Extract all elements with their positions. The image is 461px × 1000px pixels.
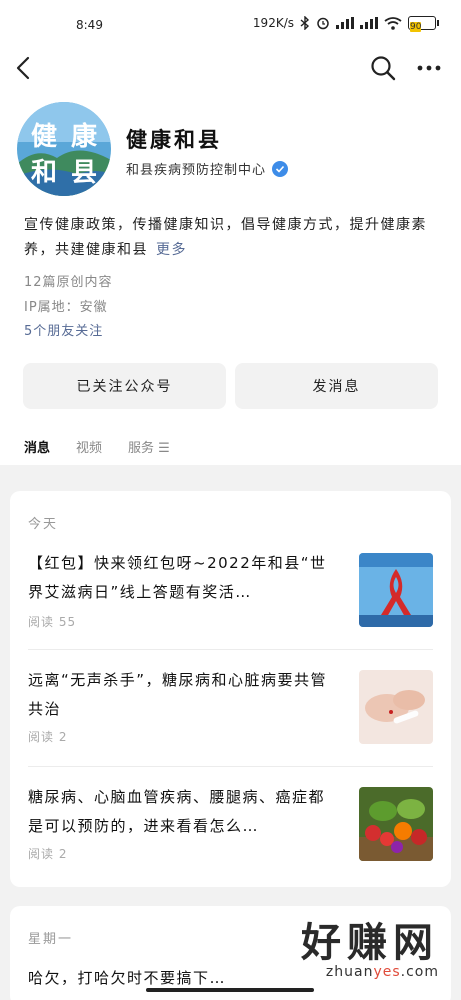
followed-button[interactable]: 已关注公众号 [23,363,226,409]
feed-card-today: 今天 【红包】快来领红包呀~2022年和县“世界艾滋病日”线上答题有奖活… 阅读… [10,491,451,887]
send-message-button[interactable]: 发消息 [235,363,438,409]
tab-services[interactable]: 服务 ☰ [128,437,170,465]
wifi-icon [384,16,402,30]
desc-line-2: 养，共建健康和县 [24,242,148,258]
vegetables-image [359,787,433,861]
battery-level: 90 [410,22,422,32]
status-time: 8:49 [76,18,103,32]
ip-location: IP属地：安徽 [24,300,108,315]
avatar-text-top: 健康 [31,122,111,152]
net-speed: 192K/s [252,16,294,30]
watermark-logo: 好赚网 [301,920,439,966]
bluetooth-icon [300,16,310,30]
article-item[interactable]: 远离“无声杀手”，糖尿病和心脏病要共管共治 阅读 2 [28,666,433,756]
article-item[interactable]: 【红包】快来领红包呀~2022年和县“世界艾滋病日”线上答题有奖活… 阅读 55 [28,549,433,639]
tab-videos[interactable]: 视频 [76,437,102,465]
article-title: 【红包】快来领红包呀~2022年和县“世界艾滋病日”线上答题有奖活… [28,554,327,601]
account-org[interactable]: 和县疾病预防控制中心 [126,159,289,178]
avatar[interactable]: 健康 和县 [17,102,111,196]
article-item[interactable]: 糖尿病、心脑血管疾病、腰腿病、癌症都是可以预防的，进来看看怎么… 阅读 2 [28,783,433,873]
watermark-url: zhuanyes.com [325,964,439,980]
articles-count: 12篇原创内容 [24,275,113,290]
divider [28,766,433,767]
battery-icon: 90 [408,16,439,32]
status-icons: 192K/s 90 [252,16,439,32]
home-indicator[interactable] [146,988,314,992]
article-reads: 阅读 2 [28,730,68,744]
desc-line-1: 宣传健康政策，传播健康知识，倡导健康方式，提升健康素 [24,217,427,233]
more-link[interactable]: 更多 [156,242,187,258]
top-nav [0,50,461,86]
article-title: 糖尿病、心脑血管疾病、腰腿病、癌症都是可以预防的，进来看看怎么… [28,788,326,835]
chevron-left-icon[interactable] [12,54,36,82]
account-description: 宣传健康政策，传播健康知识，倡导健康方式，提升健康素 养，共建健康和县 更多 [24,213,444,263]
friends-following[interactable]: 5个朋友关注 [24,320,103,339]
more-icon[interactable] [415,56,443,80]
org-name: 和县疾病预防控制中心 [126,163,267,178]
date-label-today: 今天 [28,517,59,532]
status-bar: 8:49 192K/s 90 [0,0,461,50]
signal-icon-2 [360,17,378,29]
article-reads: 阅读 55 [28,615,77,629]
article-reads: 阅读 2 [28,847,68,861]
signal-icon [336,17,354,29]
divider [28,649,433,650]
search-icon[interactable] [369,54,397,82]
tab-messages[interactable]: 消息 [24,437,51,467]
red-ribbon-image [359,553,433,627]
article-title: 远离“无声杀手”，糖尿病和心脏病要共管共治 [28,671,328,718]
verified-icon [272,160,289,177]
avatar-text-bottom: 和县 [31,158,111,188]
alarm-icon [317,17,329,30]
account-name: 健康和县 [126,128,222,152]
watermark: 好赚网 zhuanyes.com [301,922,439,980]
date-label-monday: 星期一 [28,932,74,947]
tab-bar: 消息 视频 服务 ☰ [24,437,170,467]
blood-test-image [359,670,433,744]
